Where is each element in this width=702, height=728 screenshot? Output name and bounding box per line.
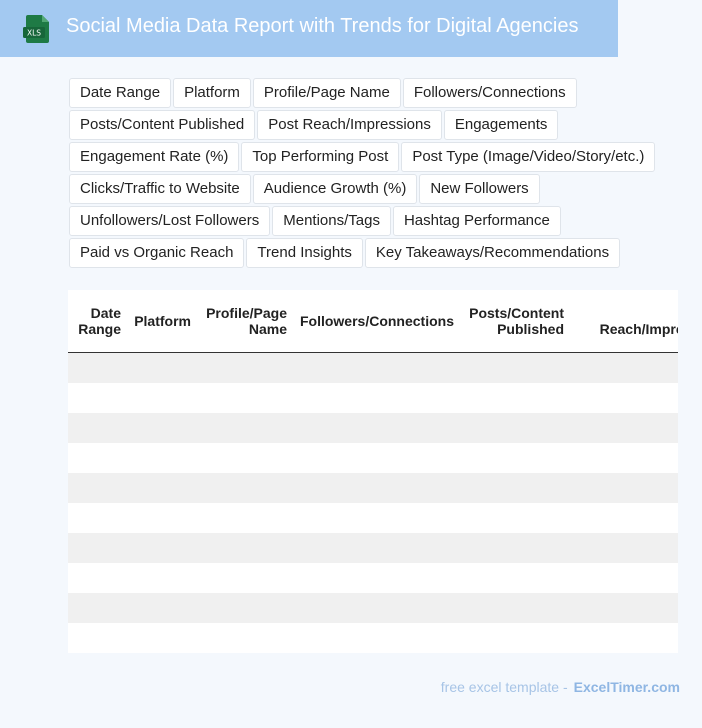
column-tag: New Followers bbox=[419, 174, 540, 204]
column-tag: Profile/Page Name bbox=[252, 78, 401, 108]
column-header-line: Published bbox=[497, 321, 564, 337]
page-title: Social Media Data Report with Trends for… bbox=[66, 15, 579, 37]
column-header: Profile/Page Name bbox=[206, 290, 287, 352]
table-row bbox=[68, 443, 678, 473]
column-tag: Post Reach/Impressions bbox=[257, 110, 442, 140]
table-row bbox=[68, 473, 678, 503]
column-header-line: Reach/Impressions bbox=[599, 321, 678, 337]
column-tag: Key Takeaways/Recommendations bbox=[364, 238, 621, 268]
column-header: Date Range bbox=[78, 290, 121, 352]
tag-row: Paid vs Organic Reach Trend Insights Key T… bbox=[69, 238, 669, 270]
table-row bbox=[68, 533, 678, 563]
table-row bbox=[68, 563, 678, 593]
tag-row: Posts/Content Published Post Reach/Impres… bbox=[69, 110, 669, 142]
column-header: Followers/Connections bbox=[300, 290, 454, 352]
column-tag: Paid vs Organic Reach bbox=[69, 238, 245, 268]
column-tag: Unfollowers/Lost Followers bbox=[69, 206, 271, 236]
tag-row: Date Range Platform Profile/Page Name Follo… bbox=[69, 78, 669, 110]
page-header: XLS Social Media Data Report with Trends… bbox=[0, 0, 618, 57]
column-tag: Date Range bbox=[69, 78, 172, 108]
column-header-line: Posts/Content bbox=[469, 305, 564, 321]
table-header: Date Range Platform Profile/Page Name Followe… bbox=[68, 290, 678, 353]
column-header-line: Platform bbox=[134, 313, 191, 329]
xls-icon-label: XLS bbox=[27, 29, 41, 38]
column-tag: Platform bbox=[173, 78, 251, 108]
data-table: Date Range Platform Profile/Page Name Followe… bbox=[68, 290, 678, 653]
column-tag: Engagements bbox=[443, 110, 559, 140]
column-header-line: Date bbox=[90, 305, 121, 321]
column-header-line: Profile/Page bbox=[206, 305, 287, 321]
column-tag: Clicks/Traffic to Website bbox=[69, 174, 251, 204]
column-header: PostReach/Impressions bbox=[600, 290, 678, 352]
column-header-line: Range bbox=[78, 321, 121, 337]
column-header: Posts/Content Published bbox=[469, 290, 564, 352]
table-row bbox=[68, 383, 678, 413]
column-header-line: Name bbox=[248, 321, 287, 337]
footer: free excel template - ExcelTimer.com bbox=[441, 679, 680, 695]
tag-row: Clicks/Traffic to Website Audience Growth… bbox=[69, 174, 669, 206]
column-tag-list: Date Range Platform Profile/Page Name Follo… bbox=[69, 78, 669, 270]
column-tag: Hashtag Performance bbox=[392, 206, 561, 236]
footer-text: free excel template - bbox=[440, 679, 568, 695]
table-row bbox=[68, 623, 678, 653]
table-row bbox=[68, 593, 678, 623]
column-header: Platform bbox=[134, 290, 191, 352]
tag-row: Unfollowers/Lost Followers Mentions/Tags H… bbox=[69, 206, 669, 238]
column-tag: Post Type (Image/Video/Story/etc.) bbox=[401, 142, 656, 172]
column-tag: Followers/Connections bbox=[402, 78, 577, 108]
table-row bbox=[68, 353, 678, 383]
table-row bbox=[68, 503, 678, 533]
column-tag: Trend Insights bbox=[246, 238, 363, 268]
column-header-line: Followers/Connections bbox=[299, 313, 454, 329]
column-tag: Audience Growth (%) bbox=[252, 174, 418, 204]
column-tag: Engagement Rate (%) bbox=[69, 142, 240, 172]
footer-brand-link[interactable]: ExcelTimer.com bbox=[574, 679, 680, 695]
column-header-line: Post bbox=[600, 305, 678, 321]
column-tag: Top Performing Post bbox=[241, 142, 400, 172]
tag-row: Engagement Rate (%) Top Performing Post Po… bbox=[69, 142, 669, 174]
table-row bbox=[68, 413, 678, 443]
column-tag: Posts/Content Published bbox=[69, 110, 256, 140]
xls-file-icon: XLS bbox=[23, 15, 49, 43]
column-tag: Mentions/Tags bbox=[272, 206, 391, 236]
